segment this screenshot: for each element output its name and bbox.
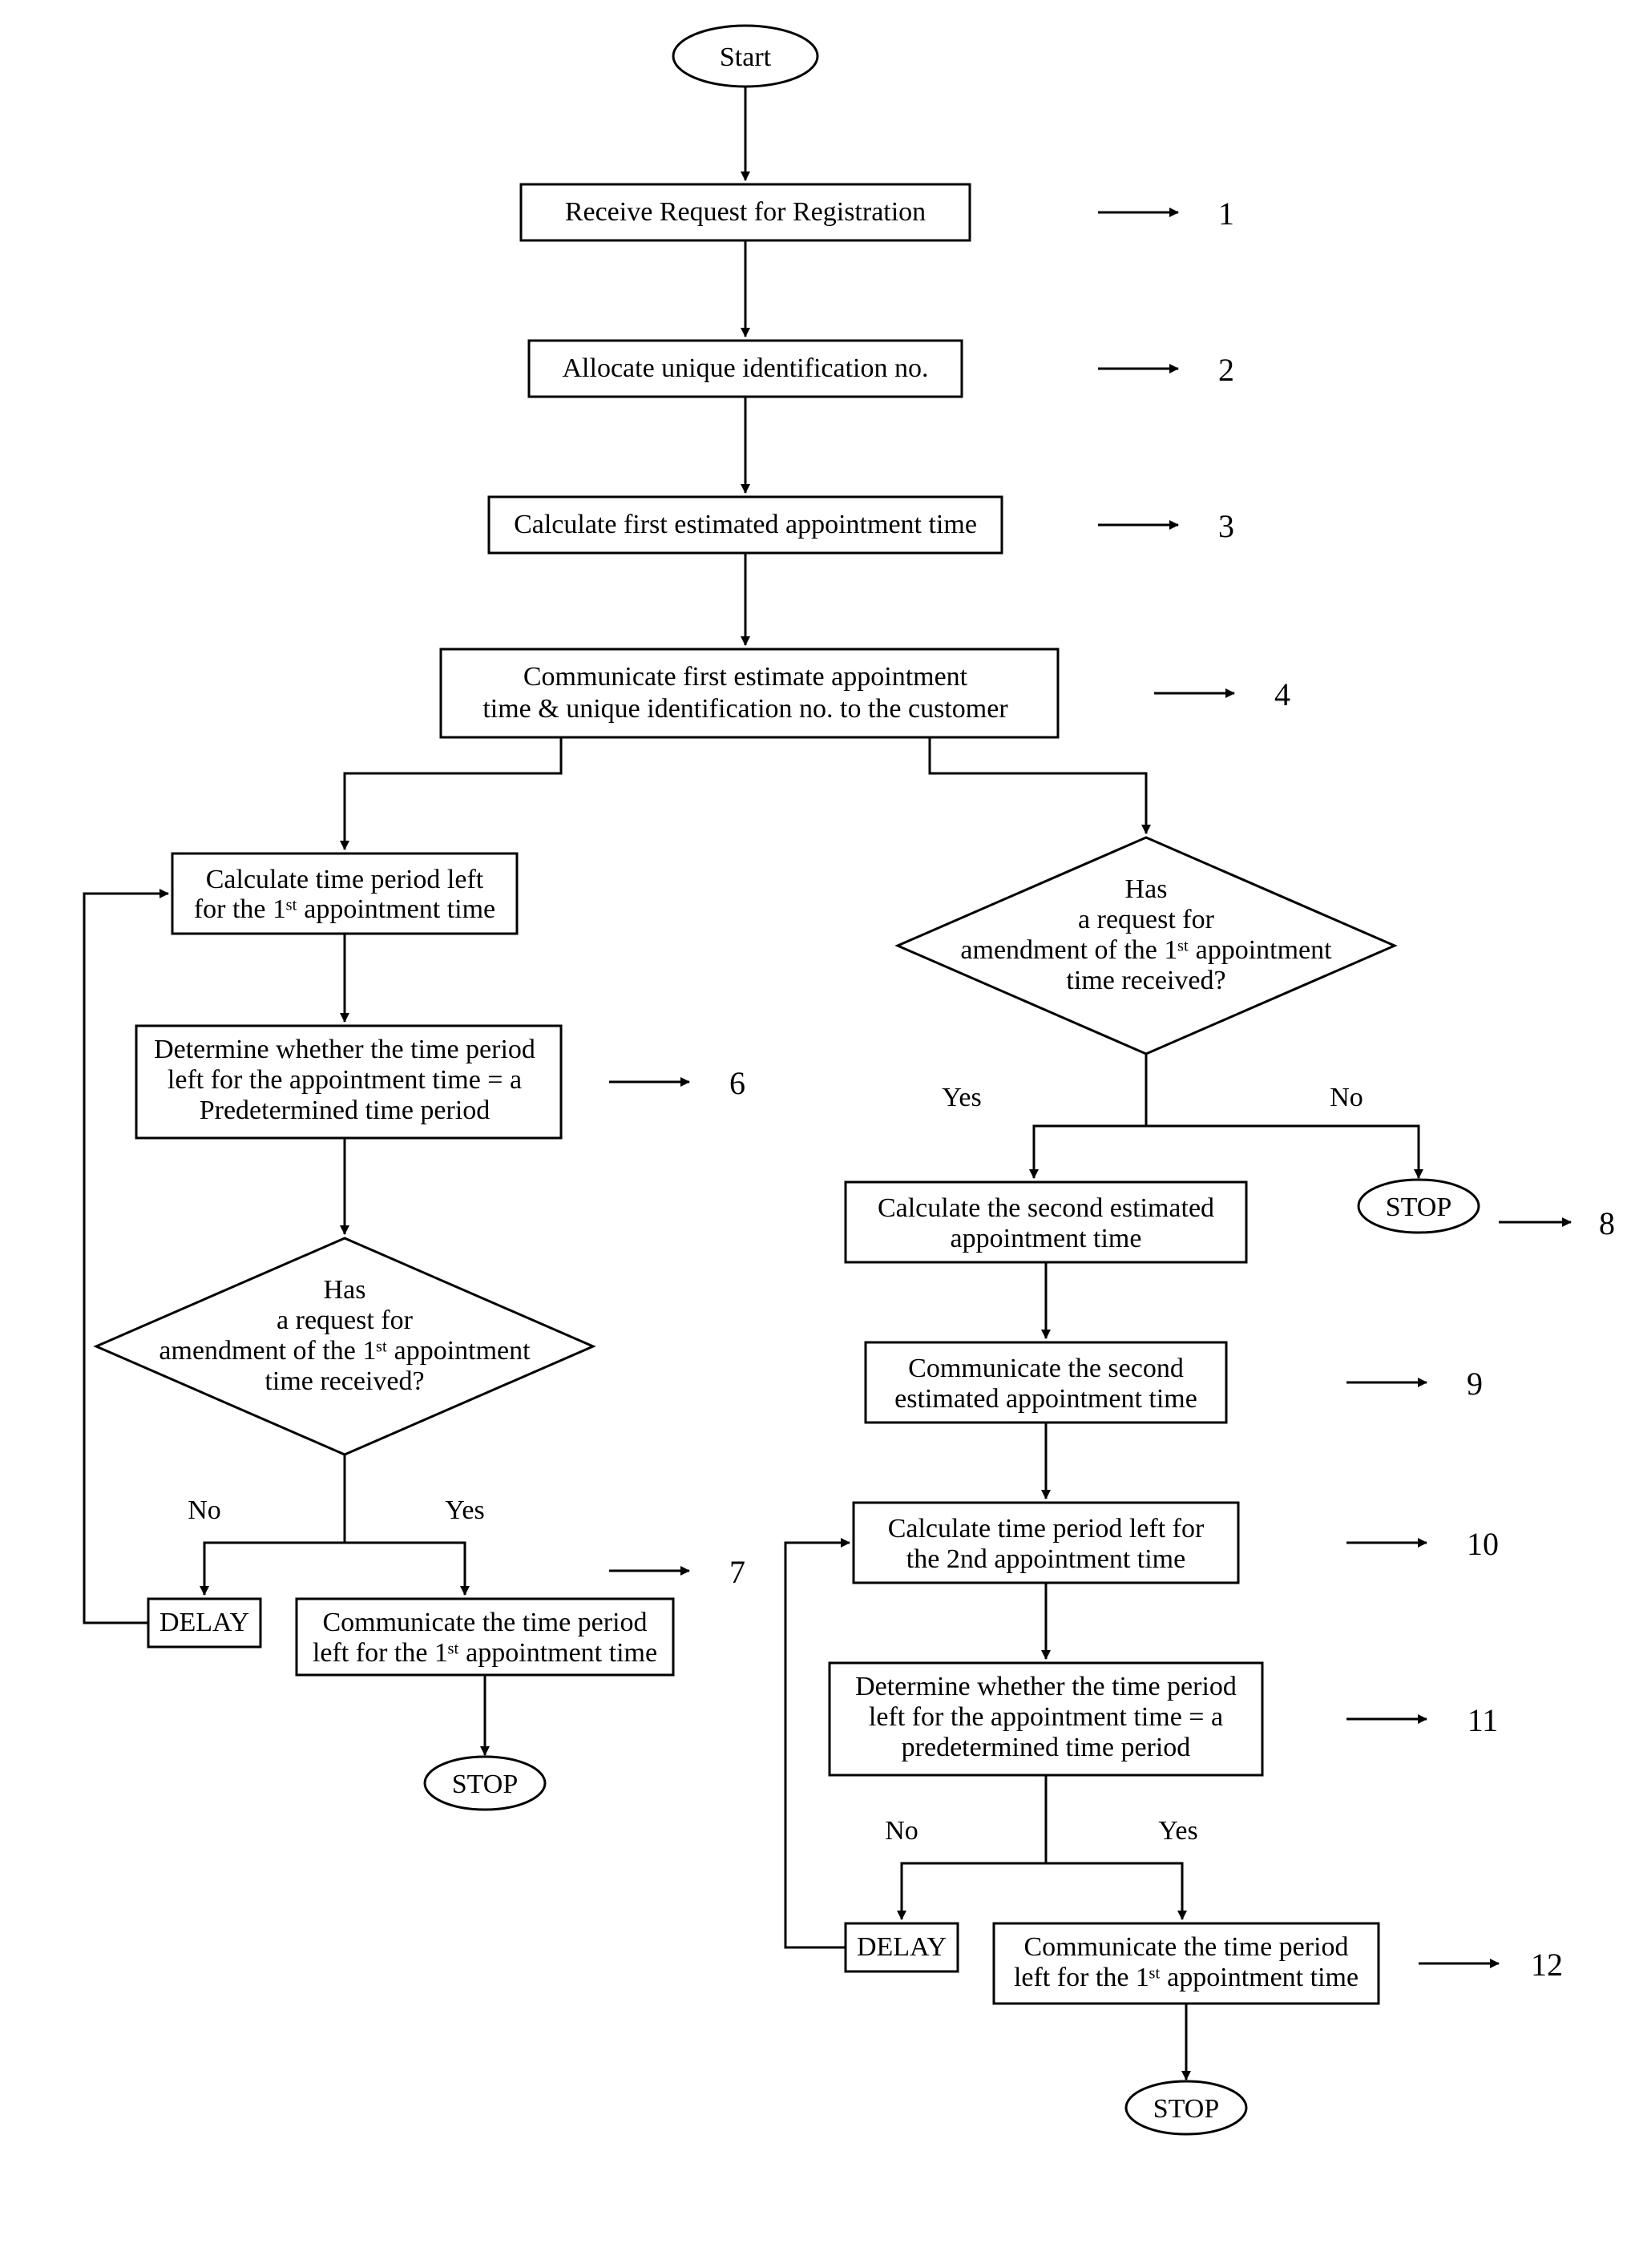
step-2-num: 2	[1218, 352, 1234, 388]
right-decision-l2: a request for	[1078, 905, 1215, 934]
right-yes: Yes	[942, 1083, 981, 1112]
step-4-label-a: Communicate first estimate appointment	[523, 662, 968, 692]
step-12-num: 12	[1531, 1947, 1563, 1983]
step-11-num: 11	[1467, 1702, 1499, 1738]
step-11-label-b: left for the appointment time = a	[869, 1702, 1223, 1732]
step-6-label-a: Determine whether the time period	[154, 1035, 535, 1064]
flowchart: Start Receive Request for Registration 1…	[0, 0, 1631, 2268]
stop-left-label: STOP	[452, 1770, 519, 1799]
stop-final-label: STOP	[1153, 2094, 1220, 2124]
step-11-label-c: predetermined time period	[902, 1733, 1191, 1762]
step-7-label-a: Communicate the time period	[322, 1608, 647, 1637]
step-1-num: 1	[1218, 196, 1234, 232]
step-7-label-b: left for the 1ˢᵗ appointment time	[313, 1638, 657, 1668]
step-7-num: 7	[729, 1554, 745, 1590]
step-9-num: 9	[1467, 1366, 1483, 1402]
step-5-label-a: Calculate time period left	[206, 865, 484, 894]
left-no: No	[188, 1495, 221, 1525]
left-decision-l2: a request for	[277, 1306, 414, 1335]
left-decision-l4: time received?	[264, 1366, 424, 1396]
step-8-num: 8	[1599, 1205, 1615, 1241]
r11-yes: Yes	[1158, 1816, 1197, 1846]
start-label: Start	[720, 42, 772, 72]
left-yes: Yes	[445, 1495, 484, 1525]
step-4-num: 4	[1274, 676, 1290, 712]
step-9-label-a: Communicate the second	[908, 1354, 1184, 1383]
step-12-label-a: Communicate the time period	[1023, 1932, 1348, 1962]
right-decision-l1: Has	[1125, 874, 1168, 904]
step-9-label-b: estimated appointment time	[894, 1384, 1197, 1414]
delay-right-label: DELAY	[857, 1932, 947, 1962]
step-6-label-c: Predetermined time period	[200, 1096, 491, 1125]
right-decision-l3: amendment of the 1ˢᵗ appointment	[960, 935, 1332, 965]
stop-right-no-label: STOP	[1386, 1193, 1452, 1222]
step-5-label-b: for the 1ˢᵗ appointment time	[194, 894, 495, 924]
step-6-label-b: left for the appointment time = a	[168, 1065, 522, 1095]
step-10-num: 10	[1467, 1526, 1499, 1562]
step-3-label: Calculate first estimated appointment ti…	[514, 510, 977, 539]
step-8-label-a: Calculate the second estimated	[878, 1193, 1214, 1223]
step-11-label-a: Determine whether the time period	[855, 1672, 1237, 1701]
step-10-label-b: the 2nd appointment time	[906, 1544, 1185, 1574]
delay-left-label: DELAY	[159, 1608, 249, 1637]
step-6-num: 6	[729, 1065, 745, 1101]
step-12-label-b: left for the 1ˢᵗ appointment time	[1014, 1963, 1358, 1992]
right-decision-l4: time received?	[1066, 966, 1225, 995]
step-8-label-b: appointment time	[951, 1224, 1142, 1253]
step-2-label: Allocate unique identification no.	[563, 353, 929, 383]
r11-no: No	[885, 1816, 918, 1846]
left-decision-l3: amendment of the 1ˢᵗ appointment	[159, 1336, 531, 1366]
step-3-num: 3	[1218, 508, 1234, 544]
right-no: No	[1330, 1083, 1363, 1112]
left-decision-l1: Has	[324, 1275, 366, 1305]
step-1-label: Receive Request for Registration	[565, 197, 926, 227]
step-10-label-a: Calculate time period left for	[888, 1514, 1205, 1544]
step-4-label-b: time & unique identification no. to the …	[482, 694, 1008, 724]
